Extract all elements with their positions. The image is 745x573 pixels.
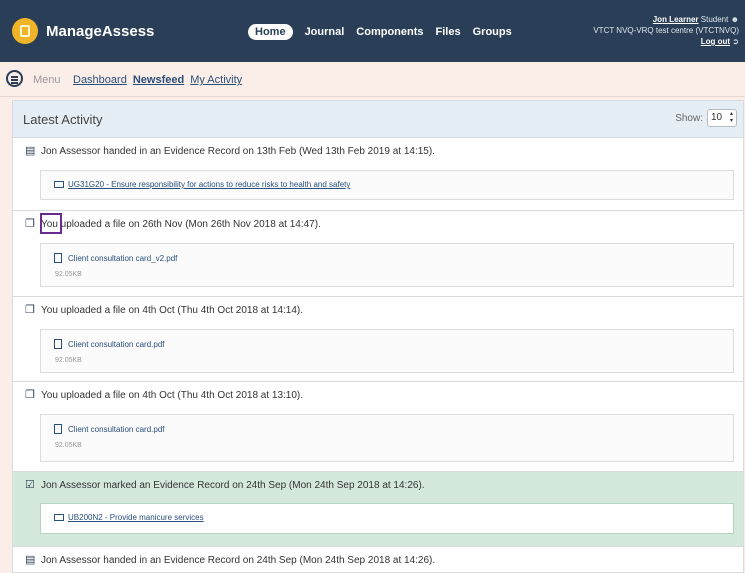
file-link[interactable]: Client consultation card.pdf	[54, 339, 165, 349]
main-nav: Home Journal Components Files Groups	[248, 24, 512, 40]
file-link[interactable]: Client consultation card.pdf	[54, 424, 165, 434]
files-icon: ❐	[25, 304, 35, 316]
activity-item: ❐ You uploaded a file on 26th Nov (Mon 2…	[13, 211, 743, 297]
file-box: Client consultation card.pdf 92.05KB	[40, 414, 734, 462]
check-icon: ☑	[25, 479, 35, 491]
envelope-icon	[54, 514, 64, 521]
user-info: Jon Learner Student ☻ VTCT NVQ-VRQ test …	[593, 14, 739, 47]
link-dashboard[interactable]: Dashboard	[73, 74, 127, 86]
user-icon: ☻	[730, 15, 739, 24]
activity-text: Jon Assessor handed in an Evidence Recor…	[41, 146, 435, 157]
user-role: Student	[700, 15, 729, 24]
link-my-activity[interactable]: My Activity	[190, 74, 242, 86]
files-icon: ❐	[25, 389, 35, 401]
nav-journal[interactable]: Journal	[305, 26, 345, 38]
envelope-icon	[54, 181, 64, 188]
inbox-icon: ▤	[25, 145, 36, 157]
evidence-box: UG31G20 - Ensure responsibility for acti…	[40, 170, 734, 200]
inbox-icon: ▤	[25, 554, 36, 566]
activity-text: You uploaded a file on 4th Oct (Thu 4th …	[41, 390, 304, 401]
file-size: 92.05KB	[55, 271, 82, 278]
file-size: 92.05KB	[55, 357, 82, 364]
activity-text: You uploaded a file on 26th Nov (Mon 26t…	[41, 219, 321, 230]
show-label: Show:	[675, 113, 703, 124]
file-box: Client consultation card.pdf 92.05KB	[40, 329, 734, 373]
panel-title: Latest Activity	[23, 112, 103, 127]
activity-text: You uploaded a file on 4th Oct (Thu 4th …	[41, 305, 304, 316]
activity-item: ❐ You uploaded a file on 4th Oct (Thu 4t…	[13, 297, 743, 382]
user-name-link[interactable]: Jon Learner	[653, 15, 699, 24]
nav-components[interactable]: Components	[356, 26, 423, 38]
activity-item: ▤ Jon Assessor handed in an Evidence Rec…	[13, 547, 743, 572]
evidence-box: UB200N2 - Provide manicure services	[40, 503, 734, 534]
file-box: Client consultation card_v2.pdf 92.05KB	[40, 243, 734, 287]
sub-links: Dashboard Newsfeed My Activity	[73, 74, 242, 86]
nav-files[interactable]: Files	[436, 26, 461, 38]
file-link[interactable]: Client consultation card_v2.pdf	[54, 253, 177, 263]
logout-link[interactable]: Log out	[701, 37, 730, 46]
logo-icon[interactable]	[12, 18, 38, 44]
show-count-select[interactable]: 10	[707, 109, 737, 127]
file-size: 92.05KB	[55, 442, 82, 449]
evidence-link[interactable]: UB200N2 - Provide manicure services	[54, 513, 204, 522]
evidence-link[interactable]: UG31G20 - Ensure responsibility for acti…	[54, 180, 350, 189]
top-navbar: ManageAssess Home Journal Components Fil…	[0, 0, 745, 62]
pdf-icon	[54, 339, 62, 349]
link-newsfeed[interactable]: Newsfeed	[133, 74, 184, 86]
nav-home[interactable]: Home	[248, 24, 293, 40]
panel-header: Latest Activity Show: 10	[13, 101, 743, 138]
sub-navbar: Menu Dashboard Newsfeed My Activity	[0, 62, 745, 97]
app-name[interactable]: ManageAssess	[46, 23, 154, 40]
files-icon: ❐	[25, 218, 35, 230]
latest-activity-panel: Latest Activity Show: 10 ▤ Jon Assessor …	[12, 100, 744, 573]
activity-text: Jon Assessor handed in an Evidence Recor…	[41, 555, 436, 566]
menu-icon[interactable]	[6, 70, 23, 87]
activity-item: ❐ You uploaded a file on 4th Oct (Thu 4t…	[13, 382, 743, 472]
pdf-icon	[54, 424, 62, 434]
user-centre: VTCT NVQ-VRQ test centre (VTCTNVQ)	[593, 26, 739, 35]
logout-icon: ➲	[732, 37, 739, 46]
menu-label[interactable]: Menu	[33, 74, 61, 86]
nav-groups[interactable]: Groups	[473, 26, 512, 38]
activity-text: Jon Assessor marked an Evidence Record o…	[41, 480, 425, 491]
pdf-icon	[54, 253, 62, 263]
selection-highlight	[40, 213, 62, 234]
activity-item: ▤ Jon Assessor handed in an Evidence Rec…	[13, 138, 743, 211]
activity-item: ☑ Jon Assessor marked an Evidence Record…	[13, 472, 743, 547]
